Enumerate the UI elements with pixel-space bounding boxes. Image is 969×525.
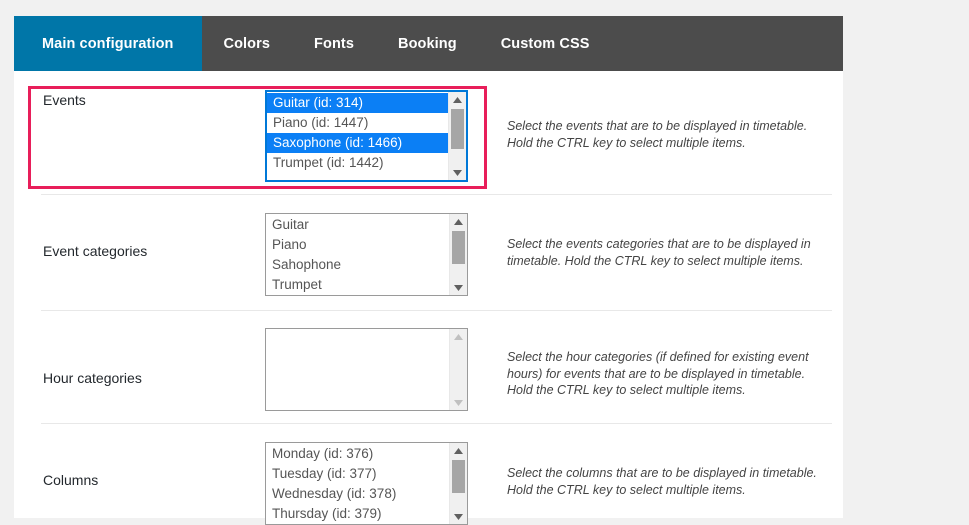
hour-categories-listbox-options: [266, 329, 449, 410]
row-description-hour-categories: Select the hour categories (if defined f…: [507, 350, 809, 397]
columns-listbox-options: Monday (id: 376) Tuesday (id: 377) Wedne…: [266, 443, 449, 524]
hour-categories-listbox[interactable]: [265, 328, 468, 411]
scrollbar-thumb[interactable]: [452, 460, 465, 493]
row-field-columns: Monday (id: 376) Tuesday (id: 377) Wedne…: [265, 442, 468, 525]
scroll-up-arrow-icon[interactable]: [449, 92, 466, 107]
event-categories-listbox[interactable]: Guitar Piano Sahophone Trumpet: [265, 213, 468, 296]
settings-row-hour-categories: Hour categories Select the hour categori…: [14, 311, 843, 424]
scroll-down-arrow-icon[interactable]: [450, 509, 467, 524]
list-item[interactable]: Wednesday (id: 378): [266, 484, 449, 504]
hour-categories-listbox-scrollbar[interactable]: [449, 329, 467, 410]
tab-label: Colors: [223, 35, 271, 52]
scroll-down-arrow-icon[interactable]: [450, 395, 467, 410]
tab-booking[interactable]: Booking: [376, 16, 479, 71]
list-item[interactable]: Piano (id: 1447): [267, 113, 448, 133]
tab-label: Custom CSS: [500, 35, 590, 52]
list-item[interactable]: Trumpet: [266, 275, 449, 295]
tab-main-configuration[interactable]: Main configuration: [14, 16, 202, 71]
settings-row-events: Events Guitar (id: 314) Piano (id: 1447)…: [14, 71, 843, 195]
row-description-columns: Select the columns that are to be displa…: [507, 466, 817, 497]
event-categories-listbox-scrollbar[interactable]: [449, 214, 467, 295]
list-item[interactable]: Saxophone (id: 1466): [267, 133, 448, 153]
settings-row-columns: Columns Monday (id: 376) Tuesday (id: 37…: [14, 424, 843, 525]
row-field-event-categories: Guitar Piano Sahophone Trumpet: [265, 213, 468, 296]
list-item[interactable]: Sahophone: [266, 255, 449, 275]
row-field-events: Guitar (id: 314) Piano (id: 1447) Saxoph…: [265, 90, 468, 182]
tab-custom-css[interactable]: Custom CSS: [479, 16, 612, 71]
row-description-events: Select the events that are to be display…: [507, 119, 808, 150]
settings-row-event-categories: Event categories Guitar Piano Sahophone …: [14, 195, 843, 311]
list-item[interactable]: Monday (id: 376): [266, 444, 449, 464]
list-item[interactable]: Guitar: [266, 215, 449, 235]
tab-label: Main configuration: [42, 35, 174, 52]
main-configuration-panel: Events Guitar (id: 314) Piano (id: 1447)…: [14, 71, 843, 525]
scrollbar-thumb[interactable]: [452, 231, 465, 264]
list-item[interactable]: Piano: [266, 235, 449, 255]
row-label-columns: Columns: [43, 472, 99, 488]
scrollbar-thumb[interactable]: [451, 109, 464, 149]
columns-listbox-scrollbar[interactable]: [449, 443, 467, 524]
list-item[interactable]: Trumpet (id: 1442): [267, 153, 448, 173]
row-description-event-categories: Select the events categories that are to…: [507, 237, 811, 268]
tab-label: Fonts: [314, 35, 354, 52]
events-listbox[interactable]: Guitar (id: 314) Piano (id: 1447) Saxoph…: [265, 90, 468, 182]
scroll-up-arrow-icon[interactable]: [450, 214, 467, 229]
tab-colors[interactable]: Colors: [202, 16, 293, 71]
scroll-up-arrow-icon[interactable]: [450, 329, 467, 344]
settings-tab-bar: Main configuration Colors Fonts Booking …: [14, 16, 843, 71]
list-item[interactable]: Thursday (id: 379): [266, 504, 449, 524]
settings-row-list: Events Guitar (id: 314) Piano (id: 1447)…: [14, 71, 843, 525]
scroll-up-arrow-icon[interactable]: [450, 443, 467, 458]
row-label-event-categories: Event categories: [43, 243, 148, 259]
tab-label: Booking: [398, 35, 457, 52]
event-categories-listbox-options: Guitar Piano Sahophone Trumpet: [266, 214, 449, 295]
list-item[interactable]: Guitar (id: 314): [267, 93, 448, 113]
row-label-hour-categories: Hour categories: [43, 370, 142, 386]
list-item[interactable]: Tuesday (id: 377): [266, 464, 449, 484]
events-listbox-scrollbar[interactable]: [448, 92, 466, 180]
events-listbox-options: Guitar (id: 314) Piano (id: 1447) Saxoph…: [267, 92, 448, 180]
row-label-events: Events: [43, 92, 86, 108]
tab-fonts[interactable]: Fonts: [292, 16, 376, 71]
columns-listbox[interactable]: Monday (id: 376) Tuesday (id: 377) Wedne…: [265, 442, 468, 525]
app-root: Main configuration Colors Fonts Booking …: [0, 0, 969, 525]
scroll-down-arrow-icon[interactable]: [449, 165, 466, 180]
scroll-down-arrow-icon[interactable]: [450, 280, 467, 295]
row-field-hour-categories: [265, 328, 468, 411]
